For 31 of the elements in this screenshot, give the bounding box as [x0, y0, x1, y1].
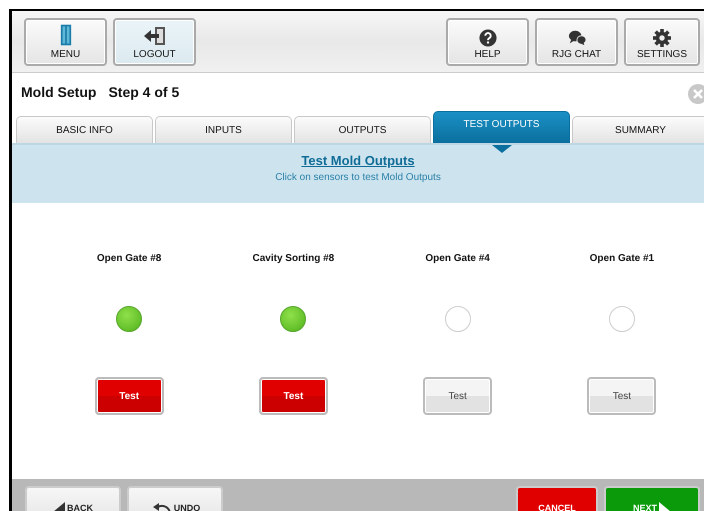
settings-icon — [653, 28, 671, 46]
footer-button[interactable]: BACK — [25, 486, 121, 511]
footer-button[interactable]: CANCEL — [516, 486, 598, 511]
tab[interactable]: SUMMARY — [572, 116, 704, 143]
toolbar-button[interactable]: SETTINGS — [624, 18, 700, 66]
chat-icon — [566, 28, 586, 46]
tab[interactable]: OUTPUTS — [294, 116, 431, 143]
output-name: Open Gate #1 — [590, 253, 654, 266]
output-name: Open Gate #4 — [425, 253, 490, 266]
door-icon — [60, 22, 72, 46]
toolbar-button[interactable]: RJG CHAT — [535, 18, 618, 66]
tab[interactable]: INPUTS — [155, 116, 292, 143]
help-icon — [478, 28, 496, 46]
tab[interactable]: BASIC INFO — [16, 116, 153, 143]
toolbar-button[interactable]: MENU — [24, 18, 107, 66]
banner-subtitle: Click on sensors to test Mold Outputs — [275, 172, 441, 183]
test-button[interactable]: Test — [94, 377, 164, 415]
toolbar-button[interactable]: LOGOUT — [113, 18, 196, 66]
output-name: Open Gate #8 — [96, 253, 162, 266]
banner-title-link[interactable]: Test Mold Outputs — [301, 153, 415, 168]
logout-icon — [142, 24, 168, 46]
footer-button[interactable]: NEXT — [604, 486, 700, 511]
step-indicator: Step 4 of 5 — [108, 84, 180, 100]
toolbar-button[interactable]: HELP — [446, 18, 529, 66]
test-button[interactable]: Test — [587, 377, 656, 415]
output-name: Cavity Sorting #8 — [252, 253, 334, 266]
close-button[interactable] — [688, 84, 704, 104]
test-button[interactable]: Test — [258, 377, 328, 415]
test-button[interactable]: Test — [423, 377, 492, 415]
footer-button[interactable]: UNDO — [127, 486, 223, 511]
page-title: Mold Setup — [21, 84, 96, 100]
